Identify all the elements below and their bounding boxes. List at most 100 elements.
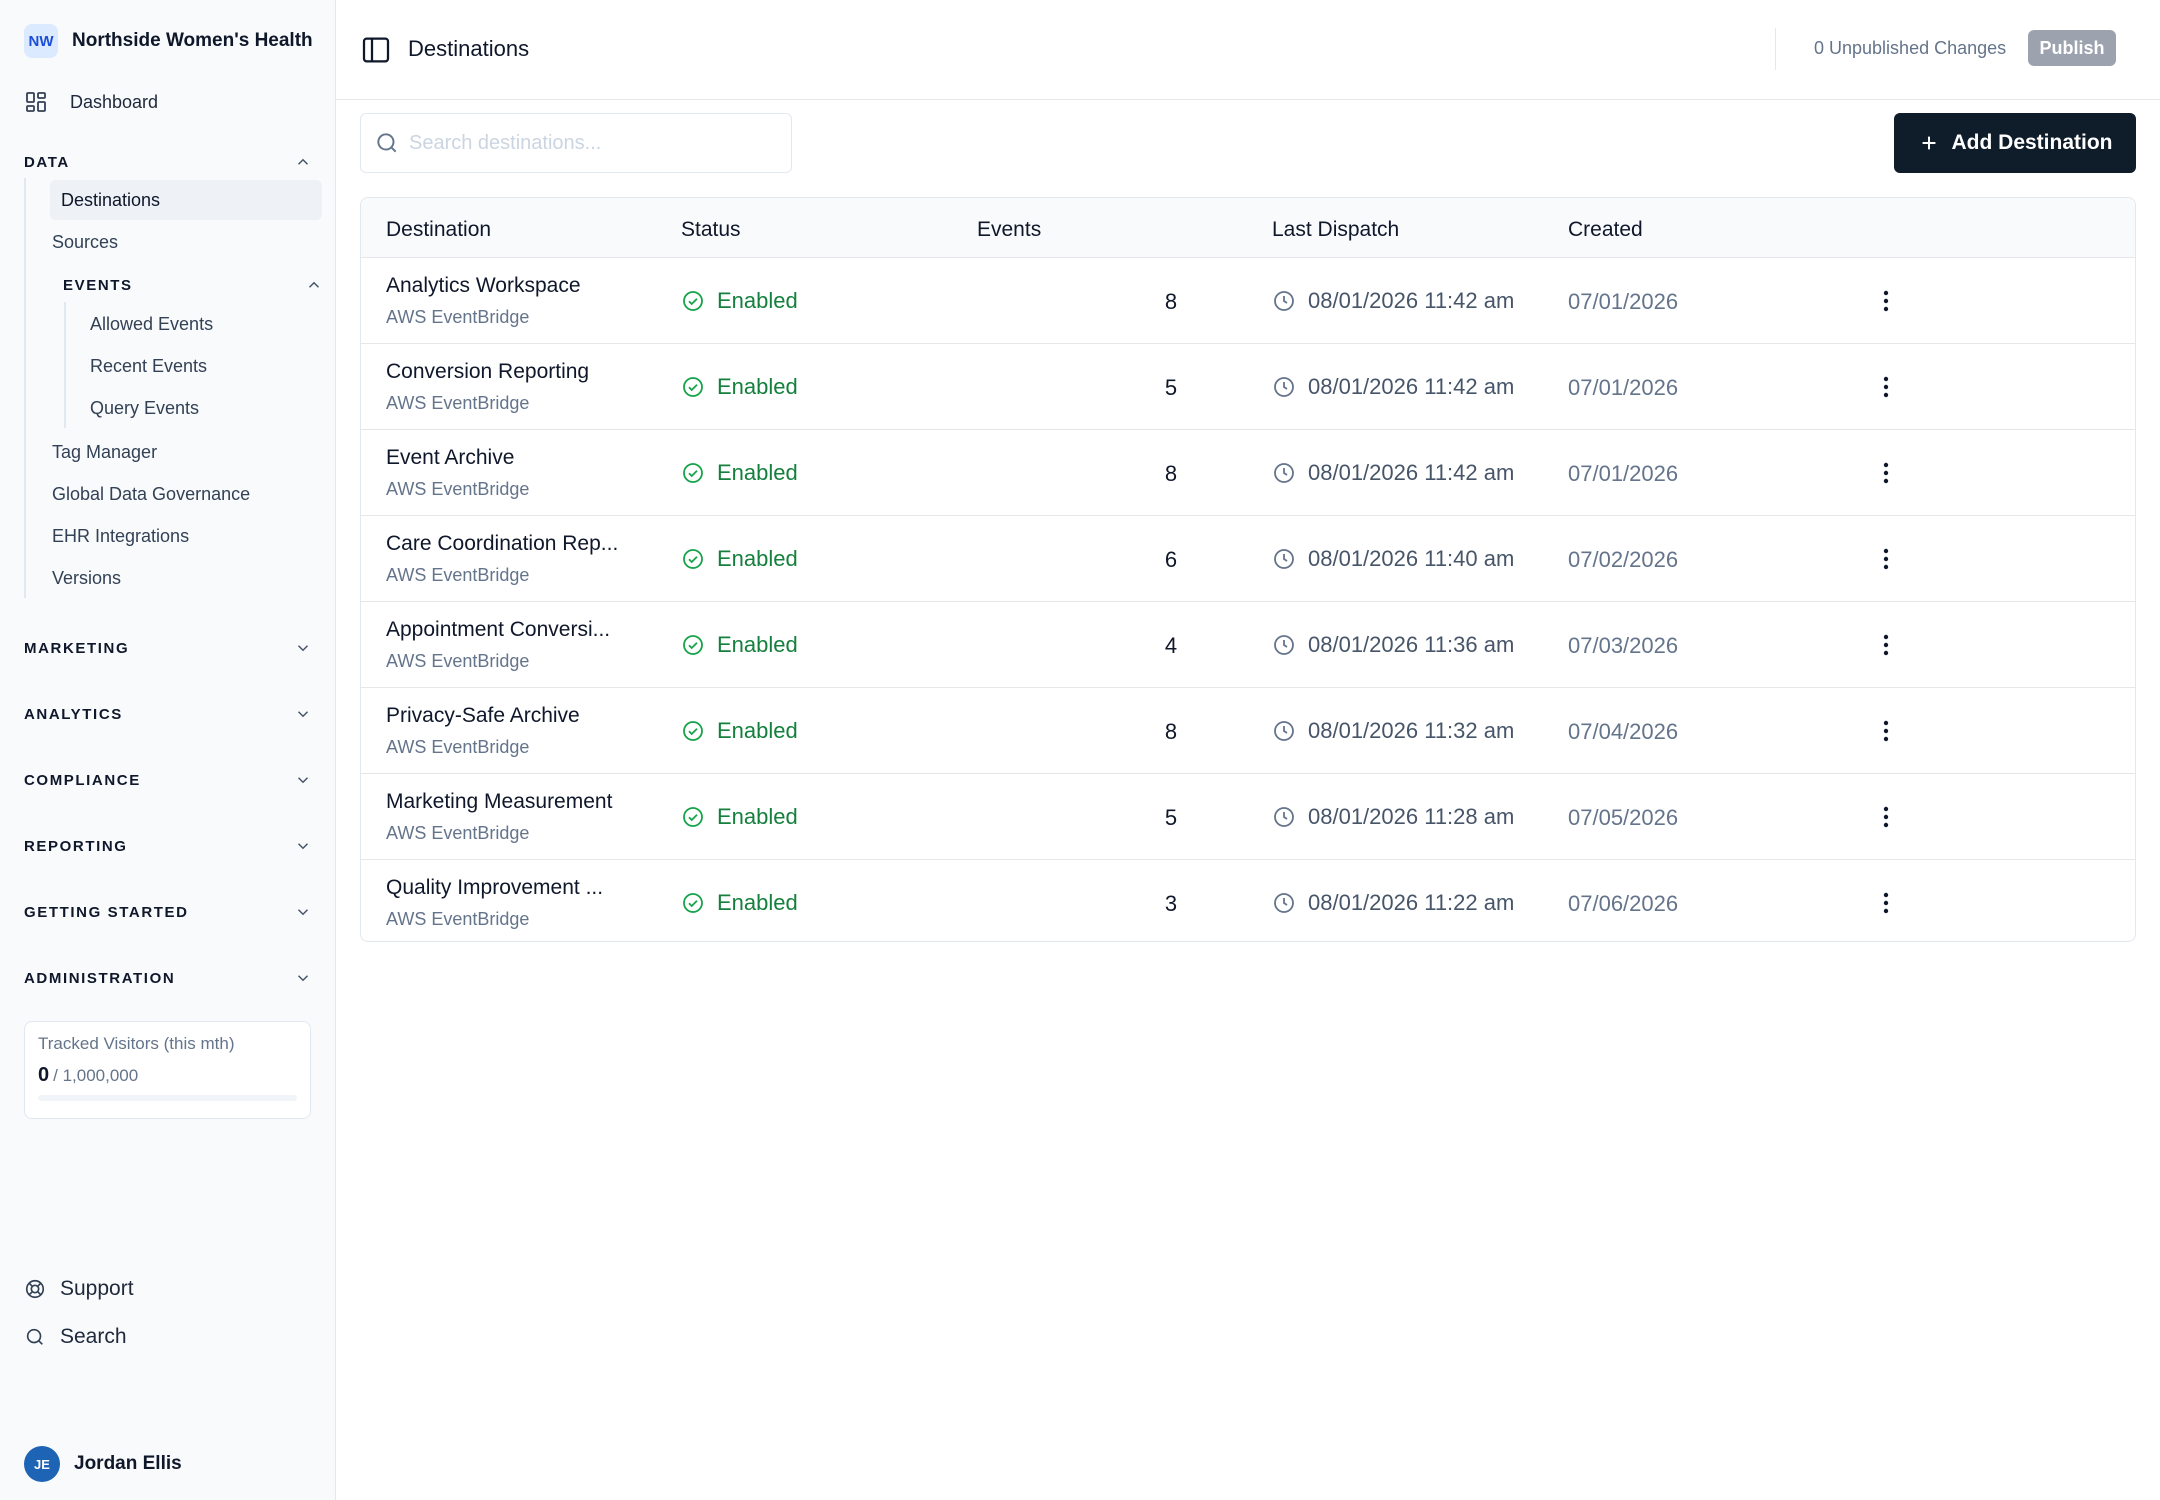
row-actions-icon[interactable] (1876, 372, 1896, 402)
sidebar-item-tag-manager[interactable]: Tag Manager (52, 442, 157, 463)
section-toggle-events[interactable]: EVENTS (63, 276, 323, 294)
search-label: Search (60, 1325, 127, 1348)
events-tree: Allowed Events Recent Events Query Event… (64, 302, 213, 428)
destination-type: AWS EventBridge (386, 307, 530, 327)
destination-name[interactable]: Quality Improvement ... (386, 876, 603, 900)
sidebar-item-query-events[interactable]: Query Events (90, 398, 199, 419)
last-dispatch: 08/01/2026 11:32 am (1272, 718, 1514, 744)
sidebar-item-sources[interactable]: Sources (52, 232, 118, 253)
last-dispatch-time: 08/01/2026 11:42 am (1308, 288, 1515, 313)
table-row[interactable]: Privacy-Safe Archive AWS EventBridge Enabl… (361, 687, 2135, 773)
last-dispatch: 08/01/2026 11:22 am (1272, 890, 1514, 916)
section-toggle-administration[interactable]: ADMINISTRATION (24, 969, 312, 987)
events-count: 8 (1164, 289, 1178, 314)
sidebar-item-global-data-governance[interactable]: Global Data Governance (52, 484, 250, 505)
user-name: Jordan Ellis (74, 1453, 182, 1474)
search-input[interactable] (409, 128, 769, 158)
destination-name[interactable]: Analytics Workspace (386, 274, 581, 298)
created-date: 07/01/2026 (1568, 461, 1679, 486)
section-toggle-compliance[interactable]: COMPLIANCE (24, 771, 312, 789)
section-toggle-analytics[interactable]: ANALYTICS (24, 705, 312, 723)
publish-button[interactable]: Publish (2028, 30, 2116, 66)
status-label: Enabled (717, 718, 798, 743)
sidebar-toggle-icon[interactable] (360, 34, 392, 66)
row-actions-icon[interactable] (1876, 888, 1896, 918)
table-row[interactable]: Care Coordination Rep... AWS EventBridge E… (361, 515, 2135, 601)
events-count: 8 (1164, 461, 1178, 486)
header-divider (1775, 28, 1776, 70)
column-header-events[interactable]: Events (977, 218, 1041, 242)
last-dispatch-time: 08/01/2026 11:36 am (1308, 632, 1515, 657)
column-header-status[interactable]: Status (681, 218, 741, 242)
support-label: Support (60, 1277, 134, 1300)
sidebar-item-allowed-events[interactable]: Allowed Events (90, 314, 213, 335)
table-row[interactable]: Quality Improvement ... AWS EventBridge En… (361, 859, 2135, 941)
section-label: GETTING STARTED (24, 903, 189, 921)
destination-name[interactable]: Care Coordination Rep... (386, 532, 618, 556)
column-header-last-dispatch[interactable]: Last Dispatch (1272, 218, 1399, 242)
status-label: Enabled (717, 460, 798, 485)
avatar: JE (24, 1446, 60, 1482)
status-label: Enabled (717, 804, 798, 829)
sidebar-item-dashboard[interactable]: Dashboard (24, 90, 158, 114)
destination-name[interactable]: Privacy-Safe Archive (386, 704, 580, 728)
support-link[interactable]: Support (24, 1277, 134, 1301)
unpublished-changes: 0 Unpublished Changes (1814, 38, 2007, 58)
destination-type: AWS EventBridge (386, 393, 530, 413)
section-toggle-data[interactable]: DATA (24, 153, 312, 171)
row-actions-icon[interactable] (1876, 716, 1896, 746)
clock-icon (1272, 633, 1296, 657)
section-toggle-reporting[interactable]: REPORTING (24, 837, 312, 855)
table-row[interactable]: Appointment Conversi... AWS EventBridge En… (361, 601, 2135, 687)
visitors-label: Tracked Visitors (this mth) (38, 1034, 235, 1053)
sidebar-item-versions[interactable]: Versions (52, 568, 121, 589)
sidebar-item-recent-events[interactable]: Recent Events (90, 356, 207, 377)
table-row[interactable]: Marketing Measurement AWS EventBridge Enab… (361, 773, 2135, 859)
row-actions-icon[interactable] (1876, 630, 1896, 660)
column-header-destination[interactable]: Destination (386, 218, 491, 242)
created-date: 07/06/2026 (1568, 891, 1679, 916)
row-actions-icon[interactable] (1876, 802, 1896, 832)
last-dispatch-time: 08/01/2026 11:42 am (1308, 374, 1515, 399)
chevron-up-icon (294, 153, 312, 171)
org-switcher[interactable]: NW Northside Women's Health (24, 24, 313, 58)
check-circle-icon (681, 375, 705, 399)
status-badge: Enabled (681, 718, 798, 744)
row-actions-icon[interactable] (1876, 286, 1896, 316)
events-count: 4 (1164, 633, 1178, 658)
section-toggle-marketing[interactable]: MARKETING (24, 639, 312, 657)
table-row[interactable]: Event Archive AWS EventBridge Enabled 8 08/0… (361, 429, 2135, 515)
row-actions-icon[interactable] (1876, 458, 1896, 488)
table-row[interactable]: Conversion Reporting AWS EventBridge Enabl… (361, 343, 2135, 429)
chevron-down-icon (294, 837, 312, 855)
destination-name[interactable]: Appointment Conversi... (386, 618, 610, 642)
add-destination-label: Add Destination (1951, 131, 2113, 154)
row-actions-icon[interactable] (1876, 544, 1896, 574)
user-menu[interactable]: JE Jordan Ellis (24, 1446, 182, 1482)
last-dispatch-time: 08/01/2026 11:42 am (1308, 460, 1515, 485)
created-date: 07/01/2026 (1568, 375, 1679, 400)
destination-name[interactable]: Conversion Reporting (386, 360, 589, 384)
data-tree: Destinations Sources EVENTS Allowed Even… (24, 178, 324, 598)
destination-name[interactable]: Marketing Measurement (386, 790, 612, 814)
clock-icon (1272, 289, 1296, 313)
destination-name[interactable]: Event Archive (386, 446, 514, 470)
search-link[interactable]: Search (24, 1325, 127, 1349)
visitors-limit: / 1,000,000 (53, 1066, 139, 1085)
check-circle-icon (681, 633, 705, 657)
section-label: REPORTING (24, 837, 128, 855)
add-destination-button[interactable]: Add Destination (1894, 113, 2136, 173)
sidebar-item-destinations[interactable]: Destinations (50, 180, 322, 220)
org-name: Northside Women's Health (72, 30, 313, 51)
clock-icon (1272, 891, 1296, 915)
check-circle-icon (681, 719, 705, 743)
search-icon (374, 130, 400, 156)
chevron-down-icon (294, 969, 312, 987)
section-toggle-getting-started[interactable]: GETTING STARTED (24, 903, 312, 921)
status-badge: Enabled (681, 804, 798, 830)
table-row[interactable]: Analytics Workspace AWS EventBridge Enable… (361, 257, 2135, 343)
column-header-created[interactable]: Created (1568, 218, 1643, 242)
check-circle-icon (681, 805, 705, 829)
last-dispatch-time: 08/01/2026 11:40 am (1308, 546, 1515, 571)
sidebar-item-ehr-integrations[interactable]: EHR Integrations (52, 526, 189, 547)
